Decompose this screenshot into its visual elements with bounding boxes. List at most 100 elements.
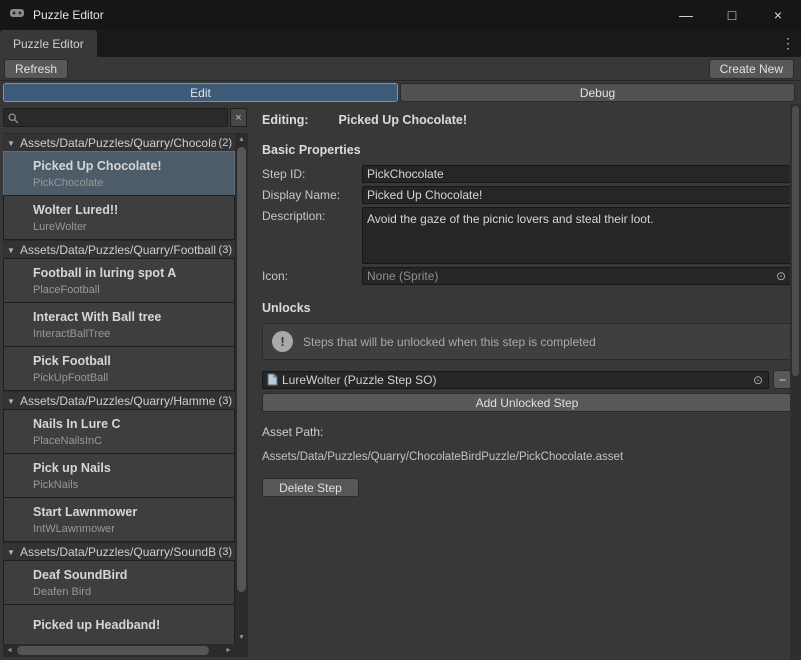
mode-tabs: Edit Debug xyxy=(3,83,795,102)
group-count: (2) xyxy=(219,137,232,149)
tab-debug[interactable]: Debug xyxy=(400,83,795,102)
list-item[interactable]: Football in luring spot A PlaceFootball xyxy=(3,258,235,303)
list-item[interactable]: Pick Football PickUpFootBall xyxy=(3,346,235,391)
list-item[interactable]: Picked Up Chocolate! PickChocolate xyxy=(3,151,235,196)
info-icon: ! xyxy=(272,331,293,352)
item-id: PickChocolate xyxy=(33,177,234,189)
asset-path-value: Assets/Data/Puzzles/Quarry/ChocolateBird… xyxy=(262,451,792,463)
scroll-left-icon[interactable]: ◄ xyxy=(3,644,16,657)
window-title: Puzzle Editor xyxy=(33,8,104,22)
window-titlebar[interactable]: Puzzle Editor — □ × xyxy=(0,0,801,30)
item-title: Start Lawnmower xyxy=(33,505,234,519)
list-item[interactable]: Deaf SoundBird Deafen Bird xyxy=(3,560,235,605)
scroll-up-icon[interactable]: ▲ xyxy=(235,133,248,146)
item-id: PlaceFootball xyxy=(33,284,234,296)
asset-group: ▼ Assets/Data/Puzzles/Quarry/FootballBir… xyxy=(3,240,235,391)
list-item[interactable]: Wolter Lured!! LureWolter xyxy=(3,195,235,240)
group-header[interactable]: ▼ Assets/Data/Puzzles/Quarry/FootballBir… xyxy=(3,240,235,259)
close-button[interactable]: × xyxy=(755,0,801,30)
add-unlocked-step-button[interactable]: Add Unlocked Step xyxy=(262,393,792,412)
unlocked-step-object-field[interactable]: LureWolter (Puzzle Step SO) ⊙ xyxy=(262,371,769,389)
item-id: PlaceNailsInC xyxy=(33,435,234,447)
group-path: Assets/Data/Puzzles/Quarry/ChocolateBird… xyxy=(20,136,216,150)
object-picker-icon[interactable]: ⊙ xyxy=(751,373,765,387)
tab-edit[interactable]: Edit xyxy=(3,83,398,102)
icon-object-field[interactable]: None (Sprite) ⊙ xyxy=(362,267,792,285)
window-vertical-scrollbar[interactable] xyxy=(790,104,801,660)
asset-group: ▼ Assets/Data/Puzzles/Quarry/ChocolateBi… xyxy=(3,133,235,240)
item-id: PickNails xyxy=(33,479,234,491)
item-title: Pick Football xyxy=(33,354,234,368)
list-item[interactable]: Start Lawnmower IntWLawnmower xyxy=(3,497,235,542)
item-id: Deafen Bird xyxy=(33,586,234,598)
delete-step-button[interactable]: Delete Step xyxy=(262,478,359,497)
editing-header: Editing: Picked Up Chocolate! xyxy=(262,113,792,127)
scriptable-object-icon xyxy=(267,373,278,386)
group-count: (3) xyxy=(219,395,232,407)
scrollbar-corner xyxy=(235,644,248,657)
item-title: Interact With Ball tree xyxy=(33,310,234,324)
list-horizontal-scrollbar[interactable]: ◄ ► xyxy=(3,644,235,657)
step-id-field[interactable] xyxy=(362,165,792,183)
object-picker-icon[interactable]: ⊙ xyxy=(774,269,788,283)
list-item[interactable]: Interact With Ball tree InteractBallTree xyxy=(3,302,235,347)
group-header[interactable]: ▼ Assets/Data/Puzzles/Quarry/ChocolateBi… xyxy=(3,133,235,152)
tab-strip: Puzzle Editor ⋮ xyxy=(0,30,801,57)
search-clear-button[interactable]: × xyxy=(230,108,247,127)
search-row: × xyxy=(3,108,247,127)
display-name-field[interactable] xyxy=(362,186,792,204)
horizontal-scroll-thumb[interactable] xyxy=(17,646,209,655)
group-header[interactable]: ▼ Assets/Data/Puzzles/Quarry/HammerBirdP… xyxy=(3,391,235,410)
list-item[interactable]: Pick up Nails PickNails xyxy=(3,453,235,498)
asset-group: ▼ Assets/Data/Puzzles/Quarry/HammerBirdP… xyxy=(3,391,235,542)
foldout-arrow-icon: ▼ xyxy=(5,548,17,557)
group-path: Assets/Data/Puzzles/Quarry/FootballBirdP… xyxy=(20,243,216,257)
item-title: Deaf SoundBird xyxy=(33,568,234,582)
vertical-scroll-thumb[interactable] xyxy=(237,147,246,592)
unlocked-step-value: LureWolter (Puzzle Step SO) xyxy=(282,373,747,387)
description-field[interactable]: Avoid the gaze of the picnic lovers and … xyxy=(362,207,792,264)
maximize-button[interactable]: □ xyxy=(709,0,755,30)
asset-path-label: Asset Path: xyxy=(262,425,792,439)
foldout-arrow-icon: ▼ xyxy=(5,397,17,406)
window-scroll-thumb[interactable] xyxy=(792,106,799,376)
unlocks-info-box: ! Steps that will be unlocked when this … xyxy=(262,323,792,360)
item-id: LureWolter xyxy=(33,221,234,233)
scroll-down-icon[interactable]: ▼ xyxy=(235,631,248,644)
step-id-label: Step ID: xyxy=(262,167,362,181)
scroll-right-icon[interactable]: ► xyxy=(222,644,235,657)
item-title: Picked Up Chocolate! xyxy=(33,159,234,173)
step-list: ▼ Assets/Data/Puzzles/Quarry/ChocolateBi… xyxy=(3,133,235,644)
item-title: Picked up Headband! xyxy=(33,618,234,632)
kebab-menu-icon[interactable]: ⋮ xyxy=(775,35,801,52)
info-text: Steps that will be unlocked when this st… xyxy=(303,335,596,349)
create-new-button[interactable]: Create New xyxy=(709,59,794,79)
display-name-label: Display Name: xyxy=(262,188,362,202)
step-editor-panel: Editing: Picked Up Chocolate! Basic Prop… xyxy=(258,106,792,660)
display-name-row: Display Name: xyxy=(262,186,792,204)
search-box xyxy=(3,108,228,127)
search-input[interactable] xyxy=(4,109,227,126)
step-list-panel: × ▼ Assets/Data/Puzzles/Quarry/Chocolate… xyxy=(3,106,248,657)
item-id: PickUpFootBall xyxy=(33,372,234,384)
list-item[interactable]: Nails In Lure C PlaceNailsInC xyxy=(3,409,235,454)
group-count: (3) xyxy=(219,244,232,256)
tab-puzzle-editor[interactable]: Puzzle Editor xyxy=(0,30,97,57)
group-count: (3) xyxy=(219,546,232,558)
refresh-button[interactable]: Refresh xyxy=(4,59,68,79)
icon-label: Icon: xyxy=(262,269,362,283)
editing-label: Editing: xyxy=(262,113,309,127)
list-item[interactable]: Picked up Headband! xyxy=(3,604,235,644)
horizontal-scroll-track[interactable] xyxy=(16,644,222,657)
item-title: Nails In Lure C xyxy=(33,417,234,431)
list-vertical-scrollbar[interactable]: ▲ ▼ xyxy=(235,133,248,644)
item-id: InteractBallTree xyxy=(33,328,234,340)
group-header[interactable]: ▼ Assets/Data/Puzzles/Quarry/SoundBird (… xyxy=(3,542,235,561)
asset-group: ▼ Assets/Data/Puzzles/Quarry/SoundBird (… xyxy=(3,542,235,644)
minimize-button[interactable]: — xyxy=(663,0,709,30)
icon-row: Icon: None (Sprite) ⊙ xyxy=(262,267,792,285)
basic-properties-heading: Basic Properties xyxy=(262,143,792,157)
icon-object-value: None (Sprite) xyxy=(367,269,770,283)
unlocks-heading: Unlocks xyxy=(262,301,792,315)
editing-value: Picked Up Chocolate! xyxy=(339,113,468,127)
